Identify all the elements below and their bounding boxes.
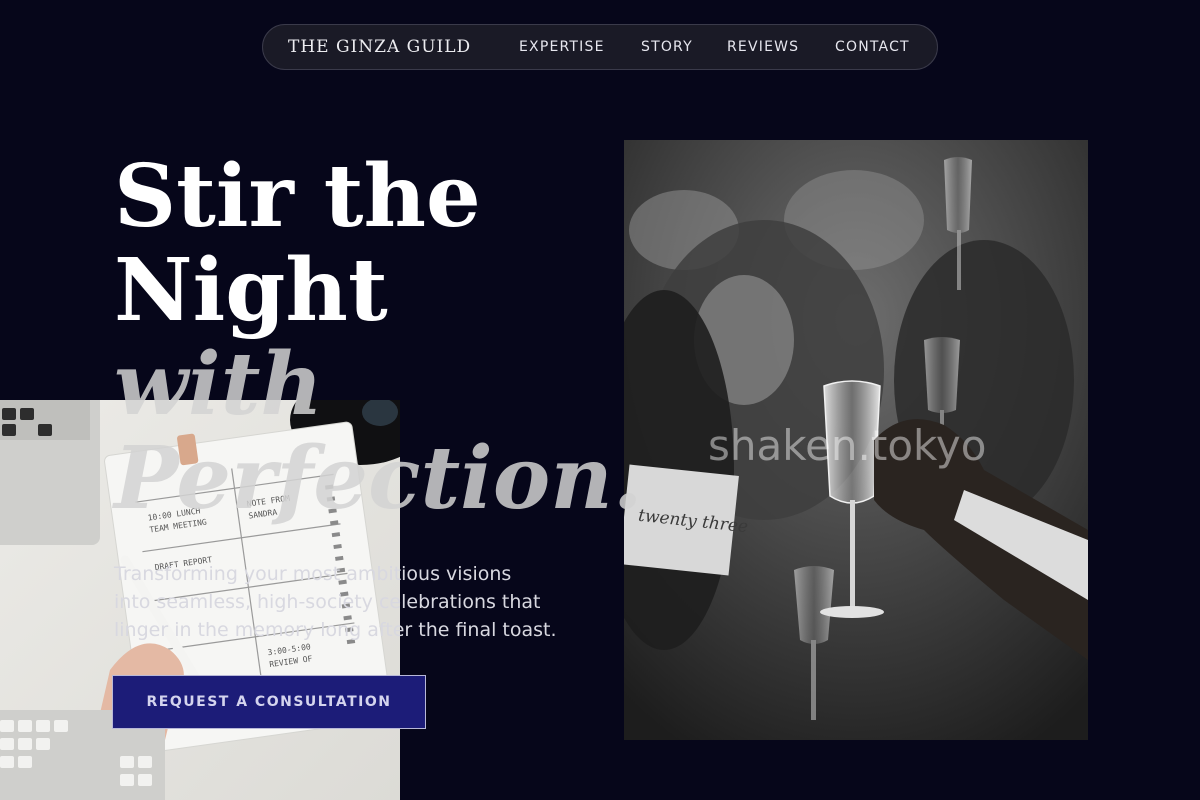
nav-link-expertise[interactable]: EXPERTISE: [519, 39, 605, 55]
top-nav: THE GINZA GUILD EXPERTISE STORY REVIEWS …: [262, 24, 938, 70]
nav-link-reviews[interactable]: REVIEWS: [727, 39, 799, 55]
nav-link-story[interactable]: STORY: [641, 39, 693, 55]
lede-line-1: Transforming your most ambitious visions: [114, 563, 512, 585]
nav-link-contact[interactable]: CONTACT: [835, 39, 910, 55]
toast-photo: twenty three shaken.tokyo: [624, 140, 1088, 740]
headline-line-2: Night: [114, 240, 388, 341]
headline-line-4: Perfection.: [114, 428, 643, 529]
lede-line-3: linger in the memory long after the fina…: [114, 619, 557, 641]
headline-line-1: Stir the: [114, 146, 481, 247]
brand-logo[interactable]: THE GINZA GUILD: [288, 37, 471, 57]
lede-line-2: into seamless, high-society celebrations…: [114, 591, 541, 613]
watermark-text: shaken.tokyo: [708, 421, 986, 470]
hero-description: Transforming your most ambitious visions…: [114, 560, 584, 644]
hero-headline: Stir the Night with Perfection.: [114, 150, 643, 526]
toast-photo-illustration: twenty three shaken.tokyo: [624, 140, 1088, 740]
headline-line-3: with: [114, 334, 323, 435]
request-consultation-button[interactable]: REQUEST A CONSULTATION: [112, 675, 426, 729]
